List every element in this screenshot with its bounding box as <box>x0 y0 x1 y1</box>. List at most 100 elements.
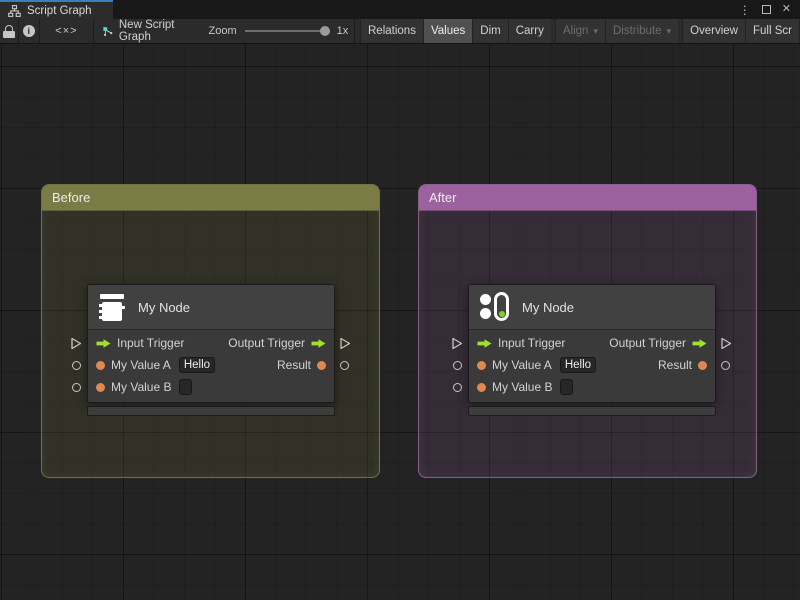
my-value-a-label: My Value A <box>111 358 171 372</box>
port-row-triggers: Input Trigger Output Trigger <box>88 332 334 354</box>
group-after[interactable]: After My Node Input Trigger Output Trigg… <box>418 184 757 478</box>
port-row-value-a: My Value A Hello Result <box>88 354 334 376</box>
graph-breadcrumb[interactable]: New Script Graph <box>94 19 195 43</box>
orange-dot-value-icon[interactable] <box>96 382 105 392</box>
zoom-slider-handle[interactable] <box>319 26 330 36</box>
kebab-menu-icon[interactable]: ⋮ <box>739 4 751 16</box>
chevron-down-icon: ▾ <box>666 25 672 36</box>
toolbar-buttons: Relations Values Dim Carry Align ▾ Distr… <box>360 19 800 43</box>
code-toggle-button[interactable]: <×> <box>40 19 93 43</box>
zoom-control: Zoom 1x <box>209 19 355 43</box>
group-before-title: Before <box>52 190 91 205</box>
node-footer <box>468 406 716 416</box>
green-arrow-trigger-icon[interactable] <box>692 338 707 349</box>
output-trigger-label: Output Trigger <box>228 336 305 350</box>
port-row-value-b: My Value B <box>88 376 334 398</box>
circle-outline-port-icon[interactable] <box>72 383 81 392</box>
carry-button[interactable]: Carry <box>507 19 551 43</box>
my-value-b-field[interactable] <box>560 379 574 395</box>
port-row-value-a: My Value A Hello Result <box>469 354 715 376</box>
green-arrow-trigger-icon[interactable] <box>311 338 326 349</box>
my-value-b-label: My Value B <box>111 380 172 394</box>
circle-outline-port-icon[interactable] <box>72 361 81 370</box>
my-value-b-label: My Value B <box>492 380 553 394</box>
node-my-node-after[interactable]: My Node Input Trigger Output Trigger My … <box>468 284 716 403</box>
orange-dot-value-icon[interactable] <box>96 360 105 370</box>
circle-outline-port-icon[interactable] <box>721 361 730 370</box>
group-before[interactable]: Before My Node Input Trigger Output Trig… <box>41 184 380 478</box>
my-value-a-field[interactable]: Hello <box>559 357 597 373</box>
node-body: Input Trigger Output Trigger My Value A … <box>469 330 715 402</box>
zoom-label: Zoom <box>208 25 237 37</box>
tab-title: Script Graph <box>27 4 92 17</box>
zoom-slider[interactable] <box>244 26 330 36</box>
fullscreen-label: Full Scr <box>753 25 792 37</box>
circle-outline-port-icon[interactable] <box>453 383 462 392</box>
maximize-icon[interactable] <box>761 5 771 14</box>
circle-outline-port-icon[interactable] <box>453 361 462 370</box>
port-row-triggers: Input Trigger Output Trigger <box>469 332 715 354</box>
custom-unit-icon <box>99 293 125 322</box>
tab-bar-spacer <box>113 0 739 19</box>
my-value-a-field[interactable]: Hello <box>178 357 216 373</box>
input-trigger-label: Input Trigger <box>498 336 566 350</box>
group-after-title: After <box>429 190 457 205</box>
dim-label: Dim <box>480 25 501 37</box>
green-arrow-trigger-icon[interactable] <box>477 338 492 349</box>
orange-dot-value-icon[interactable] <box>317 360 326 370</box>
node-my-node-before[interactable]: My Node Input Trigger Output Trigger My … <box>87 284 335 403</box>
script-machine-icon <box>480 292 509 322</box>
group-after-header[interactable]: After <box>419 185 756 211</box>
carry-label: Carry <box>515 25 544 37</box>
graph-toolbar: i <×> New Script Graph Zoom 1x Relations… <box>0 19 800 44</box>
distribute-label: Distribute <box>612 25 662 37</box>
overview-label: Overview <box>690 25 738 37</box>
result-label: Result <box>276 358 311 372</box>
triangle-outline-port-icon[interactable] <box>720 337 732 350</box>
orange-dot-value-icon[interactable] <box>698 360 707 370</box>
chevron-down-icon: ▾ <box>593 25 598 36</box>
circle-outline-port-icon[interactable] <box>340 361 349 370</box>
triangle-outline-port-icon[interactable] <box>451 337 463 350</box>
output-trigger-label: Output Trigger <box>609 336 686 350</box>
tab-bar: Script Graph ⋮ ✕ <box>0 0 800 19</box>
info-icon: i <box>22 25 35 37</box>
toolbar-separator <box>354 19 355 43</box>
green-arrow-trigger-icon[interactable] <box>96 338 111 349</box>
align-label: Align <box>562 25 589 37</box>
lock-icon <box>2 24 15 38</box>
distribute-button: Distribute ▾ <box>604 19 679 43</box>
info-button[interactable]: i <box>18 19 39 43</box>
close-icon[interactable]: ✕ <box>782 4 791 15</box>
my-value-b-field[interactable] <box>179 379 193 395</box>
group-before-header[interactable]: Before <box>42 185 379 211</box>
align-button: Align ▾ <box>554 19 605 43</box>
input-trigger-label: Input Trigger <box>117 336 185 350</box>
port-row-value-b: My Value B <box>469 376 715 398</box>
node-header[interactable]: My Node <box>88 285 334 330</box>
node-header[interactable]: My Node <box>469 285 715 330</box>
graph-canvas[interactable]: Before My Node Input Trigger Output Trig… <box>0 44 800 600</box>
relations-button[interactable]: Relations <box>360 19 423 43</box>
node-title: My Node <box>138 299 191 315</box>
node-body: Input Trigger Output Trigger My Value A … <box>88 330 334 402</box>
triangle-outline-port-icon[interactable] <box>339 337 351 350</box>
script-graph-window: Script Graph ⋮ ✕ i <×> New Script Graph … <box>0 0 800 600</box>
fullscreen-button[interactable]: Full Scr <box>745 19 800 43</box>
dim-button[interactable]: Dim <box>472 19 508 43</box>
tab-script-graph[interactable]: Script Graph <box>0 0 113 19</box>
node-title: My Node <box>522 299 575 315</box>
result-label: Result <box>657 358 692 372</box>
orange-dot-value-icon[interactable] <box>477 382 486 392</box>
values-button[interactable]: Values <box>422 19 473 43</box>
my-value-a-label: My Value A <box>492 358 552 372</box>
node-footer <box>87 406 335 416</box>
code-toggle-icon: <×> <box>55 25 78 37</box>
values-label: Values <box>430 25 466 37</box>
zoom-value: 1x <box>336 25 349 37</box>
overview-button[interactable]: Overview <box>682 19 745 43</box>
triangle-outline-port-icon[interactable] <box>70 337 82 350</box>
script-graph-icon <box>103 26 113 36</box>
orange-dot-value-icon[interactable] <box>477 360 486 370</box>
lock-button[interactable] <box>0 19 18 43</box>
